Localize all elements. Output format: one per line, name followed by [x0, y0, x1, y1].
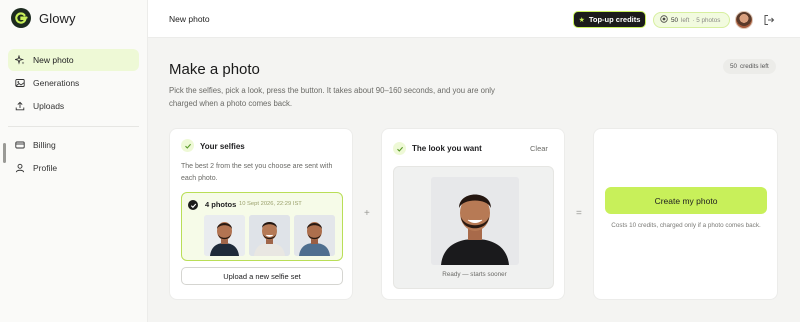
- clear-look-button[interactable]: Clear: [530, 144, 548, 153]
- selfies-card-title: Your selfies: [200, 142, 245, 151]
- look-photo: [431, 177, 519, 265]
- selfie-set-selected[interactable]: 4 photos 10 Sept 2026, 22:29 IST: [181, 192, 343, 261]
- selfie-thumbnail: [204, 215, 245, 256]
- upload-icon: [15, 101, 25, 111]
- look-card: The look you want Clear Ready — starts s…: [381, 128, 565, 300]
- plus-operator: +: [364, 208, 370, 219]
- sidebar: Glowy New photo Generations Uploads Bill…: [0, 0, 148, 322]
- selected-check-icon: [188, 200, 198, 210]
- credits-count: 50: [671, 16, 679, 24]
- sidebar-item-new-photo[interactable]: New photo: [8, 49, 139, 71]
- topbar: New photo ★ Top-up credits 50 left · 5 p…: [148, 0, 800, 38]
- selfies-card-description: The best 2 from the set you choose are s…: [181, 163, 333, 182]
- credits-left-count: 50: [730, 63, 738, 70]
- selfie-set-date: 10 Sept 2026, 22:29 IST: [239, 201, 302, 207]
- glowy-logo-icon: [11, 8, 31, 28]
- brand-name: Glowy: [39, 10, 76, 26]
- selfie-thumbnail: [294, 215, 335, 256]
- sidebar-item-billing[interactable]: Billing: [8, 134, 139, 156]
- sidebar-item-label: Profile: [33, 163, 58, 173]
- check-icon: [181, 139, 194, 152]
- create-card: Create my photo Costs 10 credits, charge…: [593, 128, 778, 300]
- star-icon: ★: [578, 16, 585, 24]
- logout-icon[interactable]: [763, 13, 775, 25]
- selfie-thumbnail: [249, 215, 290, 256]
- credits-left-badge: 50 credits left: [723, 59, 776, 74]
- sidebar-item-generations[interactable]: Generations: [8, 72, 139, 94]
- sidebar-item-profile[interactable]: Profile: [8, 157, 139, 179]
- photos-count: · 5 photos: [692, 16, 721, 24]
- look-preview[interactable]: Ready — starts sooner: [393, 166, 554, 289]
- check-icon: [393, 142, 406, 155]
- credits-left-label: credits left: [740, 63, 769, 70]
- credits-pill[interactable]: 50 left · 5 photos: [653, 12, 730, 28]
- create-cost-note: Costs 10 credits, charged only if a phot…: [611, 222, 761, 229]
- sidebar-divider: [8, 126, 139, 127]
- selfie-set-count: 4 photos: [205, 200, 237, 209]
- image-icon: [15, 78, 25, 88]
- equals-operator: =: [576, 208, 582, 219]
- credits-left-word: left: [681, 16, 690, 24]
- page-breadcrumb: New photo: [169, 14, 210, 24]
- sidebar-item-label: Uploads: [33, 101, 65, 111]
- create-photo-button[interactable]: Create my photo: [605, 187, 767, 214]
- sidebar-item-label: Billing: [33, 140, 56, 150]
- sidebar-item-uploads[interactable]: Uploads: [8, 95, 139, 117]
- sidebar-item-label: Generations: [33, 78, 80, 88]
- look-card-title: The look you want: [412, 144, 482, 153]
- sidebar-item-label: New photo: [33, 55, 74, 65]
- upload-selfie-set-button[interactable]: Upload a new selfie set: [181, 267, 343, 285]
- page-title: Make a photo: [169, 61, 260, 78]
- coin-icon: [660, 15, 668, 25]
- scrollbar-handle[interactable]: [3, 143, 6, 163]
- top-up-label: Top-up credits: [588, 15, 641, 24]
- card-icon: [15, 140, 25, 150]
- look-status-caption: Ready — starts sooner: [442, 271, 507, 278]
- selfies-card: Your selfies The best 2 from the set you…: [169, 128, 353, 300]
- avatar[interactable]: [735, 11, 753, 29]
- top-up-credits-button[interactable]: ★ Top-up credits: [573, 11, 646, 28]
- user-icon: [15, 163, 25, 173]
- page-subtitle: Pick the selfies, pick a look, press the…: [169, 86, 495, 108]
- sparkle-icon: [15, 55, 25, 65]
- brand[interactable]: Glowy: [11, 8, 76, 28]
